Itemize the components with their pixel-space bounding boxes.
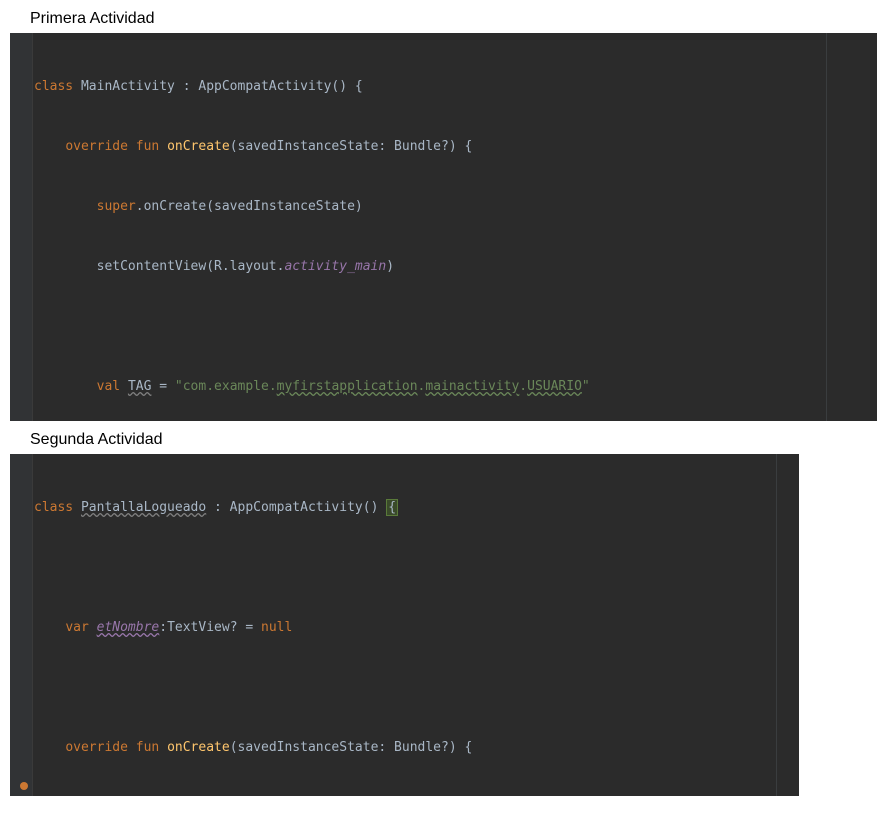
- var: etNombre: [97, 620, 160, 635]
- code-text: :TextView? =: [159, 620, 261, 635]
- gutter-2: [10, 454, 33, 796]
- str: mainactivity: [425, 379, 519, 394]
- kw: override fun: [65, 139, 167, 154]
- str: .: [519, 379, 527, 394]
- code-text: ): [386, 259, 394, 274]
- kw: var: [65, 620, 96, 635]
- str: "com.example.: [175, 379, 277, 394]
- ident: activity_main: [284, 259, 386, 274]
- kw: super: [97, 199, 136, 214]
- code-text: setContentView(R.layout.: [97, 259, 285, 274]
- kw: val: [97, 379, 128, 394]
- str: myfirstapplication: [277, 379, 418, 394]
- kw: null: [261, 620, 292, 635]
- code-text: (savedInstanceState: Bundle?) {: [230, 740, 473, 755]
- code-area-1[interactable]: class MainActivity : AppCompatActivity()…: [32, 37, 877, 421]
- code-text: .onCreate(savedInstanceState): [136, 199, 363, 214]
- editor-1[interactable]: class MainActivity : AppCompatActivity()…: [10, 33, 877, 421]
- str: ": [582, 379, 590, 394]
- gutter-1: [10, 33, 33, 421]
- fn: onCreate: [167, 740, 230, 755]
- warning-indicator: [20, 782, 28, 790]
- kw: override fun: [65, 740, 167, 755]
- fn: onCreate: [167, 139, 230, 154]
- var-tag: TAG: [128, 379, 151, 394]
- editor-2[interactable]: class PantallaLogueado : AppCompatActivi…: [10, 454, 799, 796]
- section2-title: Segunda Actividad: [30, 431, 887, 449]
- kw: class: [34, 500, 81, 515]
- code-text: : AppCompatActivity(): [206, 500, 386, 515]
- brace: {: [386, 499, 398, 516]
- section1-title: Primera Actividad: [30, 10, 887, 28]
- code-text: =: [151, 379, 174, 394]
- kw: class: [34, 79, 81, 94]
- str: USUARIO: [527, 379, 582, 394]
- code-area-2[interactable]: class PantallaLogueado : AppCompatActivi…: [32, 458, 799, 796]
- class-name: MainActivity: [81, 79, 175, 94]
- code-text: : AppCompatActivity() {: [175, 79, 363, 94]
- class-name: PantallaLogueado: [81, 500, 206, 515]
- code-text: (savedInstanceState: Bundle?) {: [230, 139, 473, 154]
